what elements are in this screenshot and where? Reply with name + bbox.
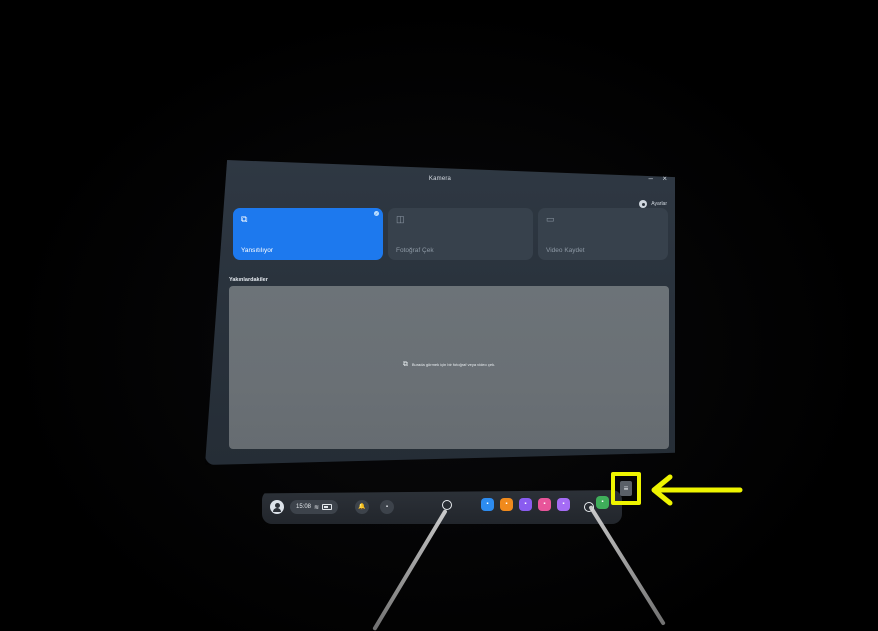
quick-settings-button[interactable]: 15:08 ≋ xyxy=(290,500,339,514)
mode-label: Fotoğraf Çek xyxy=(396,247,434,254)
gear-icon xyxy=(639,200,648,208)
mode-label: Video Kaydet xyxy=(546,247,585,254)
clock: 15:08 xyxy=(296,504,312,510)
grid-icon: ≡ xyxy=(623,484,629,493)
chat-icon: ▪ xyxy=(385,504,389,510)
green-app-icon[interactable]: ▪ xyxy=(596,496,609,509)
app-store-icon[interactable]: ▪ xyxy=(481,498,494,511)
mode-label: Yansıtılıyor xyxy=(241,247,274,254)
empty-state: ⧉ Burada görmek için bir fotoğraf veya v… xyxy=(229,361,669,369)
capture-modes: ⧉ ✓ Yansıtılıyor ◫ Fotoğraf Çek ▭ Video … xyxy=(233,208,668,262)
recent-heading: Yakınlardakiler xyxy=(229,277,268,283)
mode-video-button[interactable]: ▭ Video Kaydet xyxy=(538,208,668,260)
camera-icon: ◫ xyxy=(396,214,405,224)
cast-icon: ⧉ xyxy=(241,214,248,224)
folder-app-icon[interactable]: ▪ xyxy=(500,498,513,511)
browser-app-icon[interactable]: ▪ xyxy=(557,498,570,511)
settings-button[interactable]: Ayarlar xyxy=(639,200,667,208)
settings-label: Ayarlar xyxy=(651,201,667,207)
window-title: Kamera xyxy=(428,176,452,182)
arrow-left-icon xyxy=(651,474,743,506)
empty-message: Burada görmek için bir fotoğraf veya vid… xyxy=(411,362,496,368)
selected-indicator-icon: ✓ xyxy=(374,211,379,216)
notifications-button[interactable]: 🔔 xyxy=(355,500,369,514)
bell-icon: 🔔 xyxy=(358,504,366,510)
photos-app-icon[interactable]: ▪ xyxy=(538,498,551,511)
people-app-icon[interactable]: ▪ xyxy=(519,498,532,511)
messages-button[interactable]: ▪ xyxy=(380,500,394,514)
library-button[interactable]: ≡ xyxy=(620,481,632,496)
recent-gallery: ⧉ Burada görmek için bir fotoğraf veya v… xyxy=(229,286,669,449)
mode-photo-button[interactable]: ◫ Fotoğraf Çek xyxy=(388,208,533,260)
camera-window: Kamera – × Ayarlar ⧉ ✓ Yansıtılıyor ◫ Fo… xyxy=(205,160,675,465)
highlight-box: ≡ xyxy=(611,472,641,505)
video-icon: ▭ xyxy=(546,214,555,224)
photos-icon: ⧉ xyxy=(402,360,408,368)
wifi-icon: ≋ xyxy=(314,504,320,511)
avatar[interactable] xyxy=(270,500,284,514)
battery-icon xyxy=(322,504,333,510)
mode-cast-button[interactable]: ⧉ ✓ Yansıtılıyor xyxy=(233,208,383,260)
